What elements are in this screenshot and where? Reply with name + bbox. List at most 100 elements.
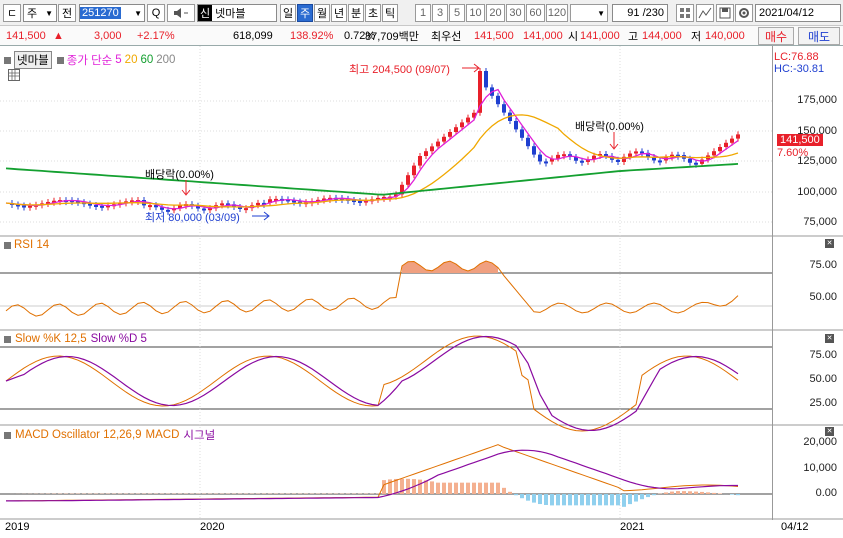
save-icon[interactable] — [716, 4, 734, 22]
macd-osc-bar — [472, 482, 476, 494]
sell-button[interactable]: 매도 — [798, 27, 840, 45]
period-tab[interactable]: 년 — [331, 4, 347, 22]
interval-button[interactable]: 3 — [432, 4, 448, 22]
period-tab[interactable]: 초 — [365, 4, 381, 22]
candle-body — [544, 161, 548, 164]
dividend-annotation: 배당락(0.00%) — [145, 169, 214, 181]
interval-button[interactable]: 1 — [415, 4, 431, 22]
interval-button[interactable]: 5 — [449, 4, 465, 22]
chart-tool-icon[interactable] — [696, 4, 714, 22]
candlesticks — [10, 68, 740, 215]
candle-body — [406, 175, 410, 185]
period-tab[interactable]: 틱 — [382, 4, 398, 22]
macd-osc-bar — [712, 492, 716, 494]
macd-osc-bar — [694, 491, 698, 494]
macd-osc-bar — [736, 494, 740, 496]
high-label: 고 — [628, 31, 639, 43]
macd-panel-legend: MACD Oscillator 12,26,9 MACD 시그널 — [4, 427, 215, 443]
price-tick: 100,000 — [797, 186, 837, 198]
arrow-down-icon — [609, 132, 619, 150]
macd-osc-bar — [598, 494, 602, 506]
interval-dropdown[interactable]: ▼ — [570, 4, 608, 22]
chevron-down-icon: ▼ — [45, 8, 53, 18]
prev-button[interactable]: 전 — [58, 4, 76, 22]
period-tab[interactable]: 주 — [297, 4, 313, 22]
macd-tick: 10,000 — [803, 462, 837, 474]
period-tab[interactable]: 일 — [280, 4, 296, 22]
interval-button[interactable]: 10 — [466, 4, 485, 22]
macd-title[interactable]: MACD — [146, 429, 180, 441]
stoch-tick: 25.00 — [809, 397, 837, 409]
chevron-down-icon: ▼ — [597, 8, 605, 18]
macd-osc-title[interactable]: MACD Oscillator 12,26,9 — [15, 429, 142, 441]
candle-body — [502, 104, 506, 113]
macd-osc-bar — [568, 494, 572, 506]
macd-osc-bar — [478, 482, 482, 494]
period-tab[interactable]: 월 — [314, 4, 330, 22]
candle-body — [436, 141, 440, 147]
macd-osc-bar — [556, 494, 560, 506]
candle-body — [148, 205, 152, 208]
arrow-right-icon — [252, 211, 270, 221]
interval-button[interactable]: 120 — [546, 4, 568, 22]
macd-osc-bar — [628, 494, 632, 505]
gridlines — [0, 46, 772, 519]
buy-button[interactable]: 매수 — [758, 27, 794, 45]
save-icon-svg — [719, 7, 731, 19]
macd-osc-bar — [604, 494, 608, 506]
interval-button[interactable]: 60 — [526, 4, 545, 22]
period-tab[interactable]: 분 — [348, 4, 364, 22]
macd-osc-bar — [406, 478, 410, 494]
signal-title[interactable]: 시그널 — [183, 427, 215, 443]
candle-body — [628, 153, 632, 157]
price-tick: 175,000 — [797, 94, 837, 106]
rsi-title[interactable]: RSI 14 — [14, 239, 49, 251]
macd-osc-bar — [508, 491, 512, 494]
gear-icon[interactable] — [735, 4, 753, 22]
market-select[interactable]: 주 ▼ — [23, 4, 57, 22]
search-icon[interactable]: Q — [147, 4, 165, 22]
rsi-line — [5, 260, 739, 317]
candle-body — [514, 121, 518, 130]
candle-body — [538, 154, 542, 162]
interval-button[interactable]: 20 — [486, 4, 505, 22]
macd-osc-bar — [688, 491, 692, 494]
stock-badge: 신 — [198, 5, 213, 21]
price-axis: LC:76.88 HC:-30.81 175,000 150,000 125,0… — [772, 46, 843, 236]
macd-osc-bar — [430, 481, 434, 494]
macd-osc-bar — [682, 491, 686, 494]
up-arrow-icon: ▲ — [53, 30, 64, 42]
candle-body — [616, 159, 620, 162]
panel-marker-icon — [4, 335, 11, 343]
slow-d-line — [5, 335, 739, 431]
logo-icon[interactable]: ㄷ — [3, 4, 21, 22]
stock-name-field[interactable]: 신 넷마블 — [197, 4, 277, 22]
candle-body — [694, 162, 698, 165]
macd-osc-bar — [466, 482, 470, 494]
candle-body — [424, 151, 428, 156]
rsi-tick: 50.00 — [809, 291, 837, 303]
grid-icon[interactable] — [676, 4, 694, 22]
market-select-value: 주 — [27, 8, 38, 20]
speaker-icon[interactable] — [167, 4, 195, 22]
slow-d-title[interactable]: Slow %D 5 — [91, 333, 147, 345]
rsi-axis: 75.00 50.00 — [772, 237, 843, 331]
candle-body — [412, 165, 416, 176]
high-annotation: 최고 204,500 (09/07) — [349, 64, 450, 76]
macd-axis: 20,000 10,000 0.00 — [772, 425, 843, 520]
candle-body — [430, 146, 434, 152]
slow-k-title[interactable]: Slow %K 12,5 — [15, 333, 87, 345]
date-field[interactable]: 2021/04/12 — [755, 4, 841, 22]
macd-osc-bar — [460, 482, 464, 494]
stock-code-value: 251270 — [80, 7, 121, 19]
count-display[interactable]: 91 /230 — [612, 4, 668, 22]
signal-line — [6, 449, 738, 502]
chart-canvas[interactable] — [0, 46, 843, 538]
x-label-2019: 2019 — [5, 521, 30, 533]
candle-body — [442, 136, 446, 142]
stock-code-input[interactable]: 251270 ▼ — [79, 4, 145, 22]
macd-osc-bar — [586, 494, 590, 506]
candle-body — [526, 137, 530, 147]
interval-button[interactable]: 30 — [506, 4, 525, 22]
macd-osc-bar — [622, 494, 626, 507]
